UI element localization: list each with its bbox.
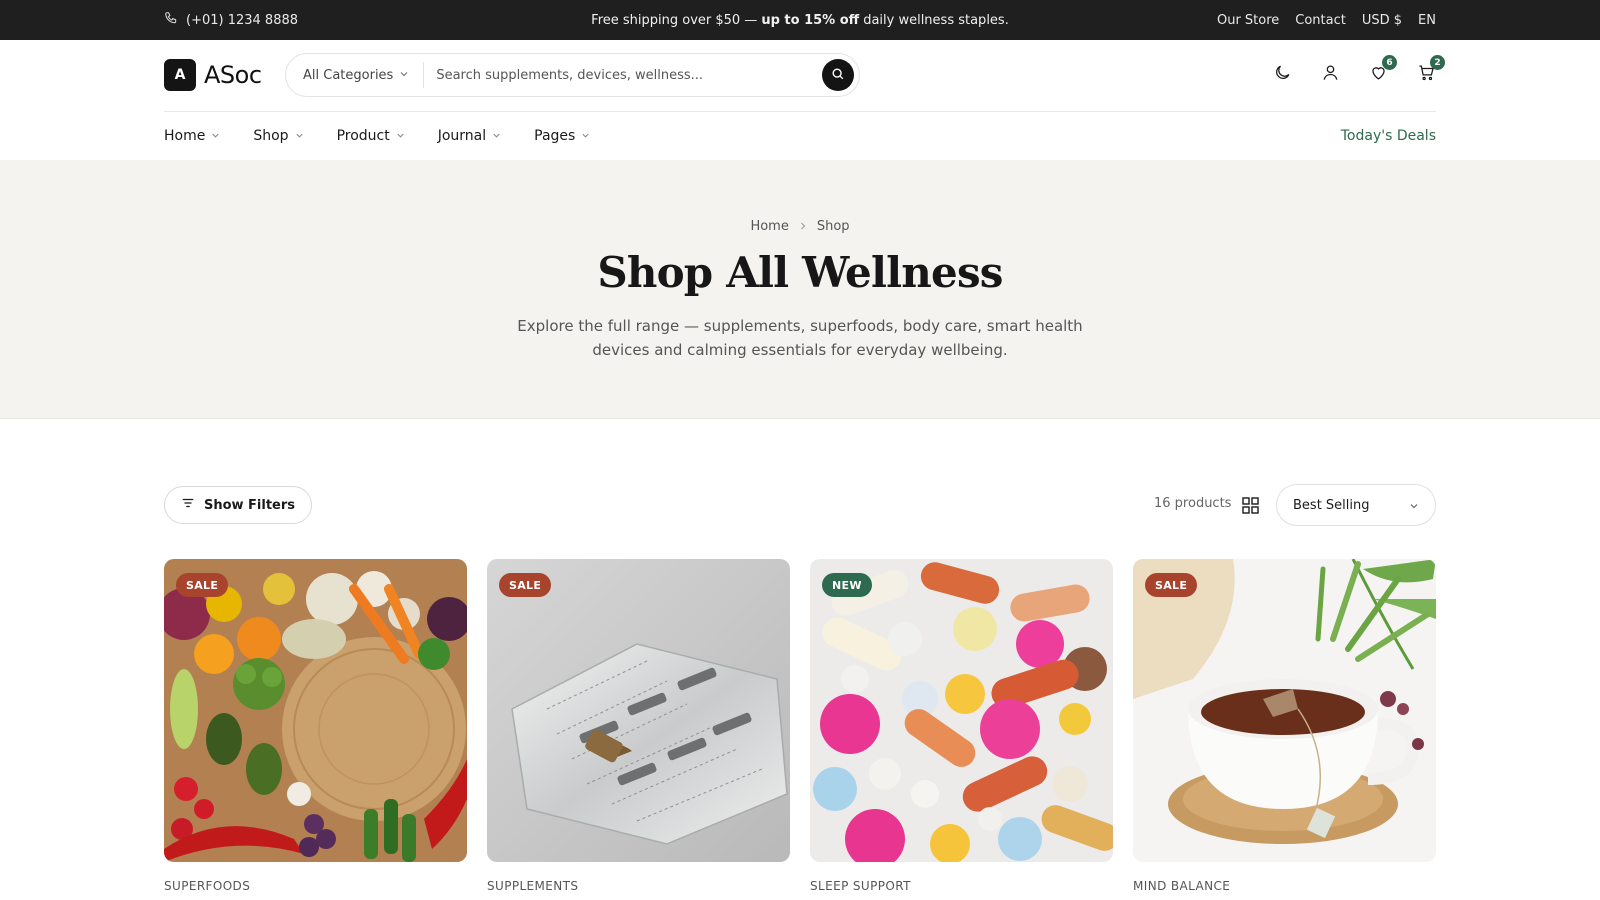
cart-button[interactable]: 2 bbox=[1416, 55, 1445, 84]
logo-mark: A bbox=[164, 59, 196, 91]
account-button[interactable] bbox=[1320, 64, 1340, 84]
promo-text-highlight: up to 15% off bbox=[761, 12, 860, 28]
product-card[interactable]: SALE SUPPLEMENTS bbox=[487, 559, 790, 893]
product-tag-badge: SALE bbox=[1145, 573, 1198, 597]
category-dropdown-label: All Categories bbox=[303, 67, 394, 83]
vegetables-photo bbox=[164, 559, 467, 862]
nav-item-label: Product bbox=[336, 128, 390, 144]
language-selector[interactable]: EN bbox=[1418, 13, 1436, 28]
nav-item-pages[interactable]: Pages bbox=[534, 128, 590, 144]
nav-item-label: Shop bbox=[253, 128, 289, 144]
chevron-down-icon bbox=[396, 128, 405, 144]
breadcrumb-home-link[interactable]: Home bbox=[750, 219, 788, 234]
product-image-vegetables[interactable]: SALE bbox=[164, 559, 467, 862]
filter-icon bbox=[181, 496, 195, 514]
sort-select-value: Best Selling bbox=[1293, 497, 1370, 513]
page-title: Shop All Wellness bbox=[597, 248, 1003, 297]
product-card[interactable]: NEW SLEEP SUPPORT bbox=[810, 559, 1113, 893]
nav-item-home[interactable]: Home bbox=[164, 128, 220, 144]
nav-item-shop[interactable]: Shop bbox=[253, 128, 303, 144]
chevron-down-icon bbox=[581, 128, 590, 144]
chevron-down-icon bbox=[492, 128, 501, 144]
product-count: 16 products bbox=[1154, 496, 1232, 511]
grid-view-icon[interactable] bbox=[1242, 497, 1259, 514]
category-dropdown[interactable]: All Categories bbox=[286, 62, 425, 88]
product-category[interactable]: MIND BALANCE bbox=[1133, 879, 1230, 893]
promo-text-start: Free shipping over $50 — bbox=[591, 12, 758, 28]
herbal-tea-cup-photo bbox=[1133, 559, 1436, 862]
colorful-pills-photo bbox=[810, 559, 1113, 862]
sort-select[interactable]: Best Selling bbox=[1276, 484, 1436, 526]
product-card[interactable]: SALE SUPERFOODS bbox=[164, 559, 467, 893]
main-navigation: Home Shop Product Journal Pages Today's … bbox=[0, 112, 1600, 160]
product-category[interactable]: SLEEP SUPPORT bbox=[810, 879, 911, 893]
contact-link[interactable]: Contact bbox=[1295, 13, 1346, 28]
logo-name: ASoc bbox=[204, 61, 262, 89]
wishlist-button[interactable]: 6 bbox=[1368, 55, 1397, 84]
todays-deals-link[interactable]: Today's Deals bbox=[1341, 112, 1436, 160]
promo-text-end: daily wellness staples. bbox=[863, 12, 1009, 28]
product-card[interactable]: SALE MIND BALANCE bbox=[1133, 559, 1436, 893]
moon-icon bbox=[1273, 63, 1292, 86]
show-filters-button[interactable]: Show Filters bbox=[164, 486, 312, 524]
topbar-links: Our Store Contact USD $ EN bbox=[1217, 0, 1436, 40]
currency-selector[interactable]: USD $ bbox=[1362, 13, 1402, 28]
nav-item-label: Home bbox=[164, 128, 206, 144]
wishlist-count-badge: 6 bbox=[1382, 55, 1397, 70]
search-icon bbox=[831, 66, 845, 85]
chevron-down-icon bbox=[211, 128, 220, 144]
page-hero: Home Shop Shop All Wellness Explore the … bbox=[0, 160, 1600, 419]
product-tag-badge: SALE bbox=[499, 573, 552, 597]
nav-item-product[interactable]: Product bbox=[337, 128, 405, 144]
product-category[interactable]: SUPPLEMENTS bbox=[487, 879, 578, 893]
capsule-blister-pack-photo bbox=[487, 559, 790, 862]
theme-toggle-button[interactable] bbox=[1272, 64, 1292, 84]
product-tag-badge: SALE bbox=[176, 573, 229, 597]
cart-count-badge: 2 bbox=[1430, 55, 1445, 70]
site-header: A ASoc All Categories Search supplements… bbox=[0, 40, 1600, 112]
nav-item-label: Pages bbox=[534, 128, 576, 144]
breadcrumb-current: Shop bbox=[816, 219, 850, 234]
product-tag-badge: NEW bbox=[822, 573, 872, 597]
header-actions: 6 2 bbox=[1272, 55, 1445, 84]
show-filters-label: Show Filters bbox=[203, 497, 296, 513]
product-image-capsules[interactable]: SALE bbox=[487, 559, 790, 862]
announcement-bar: (+01) 1234 8888 Free shipping over $50 —… bbox=[0, 0, 1600, 40]
product-image-pills[interactable]: NEW bbox=[810, 559, 1113, 862]
nav-item-label: Journal bbox=[437, 128, 487, 144]
site-logo[interactable]: A ASoc bbox=[164, 59, 262, 91]
user-icon bbox=[1321, 63, 1340, 86]
chevron-down-icon bbox=[295, 128, 304, 144]
product-image-tea[interactable]: SALE bbox=[1133, 559, 1436, 862]
breadcrumb: Home Shop bbox=[0, 219, 1600, 234]
search-input[interactable] bbox=[424, 67, 822, 83]
nav-item-journal[interactable]: Journal bbox=[438, 128, 501, 144]
our-store-link[interactable]: Our Store bbox=[1217, 13, 1279, 28]
product-category[interactable]: SUPERFOODS bbox=[164, 879, 250, 893]
search-button[interactable] bbox=[822, 59, 854, 91]
search-bar: All Categories bbox=[285, 53, 860, 97]
page-subtitle: Explore the full range — supplements, su… bbox=[517, 317, 1083, 359]
chevron-right-icon bbox=[799, 219, 807, 234]
chevron-down-icon bbox=[399, 68, 409, 83]
